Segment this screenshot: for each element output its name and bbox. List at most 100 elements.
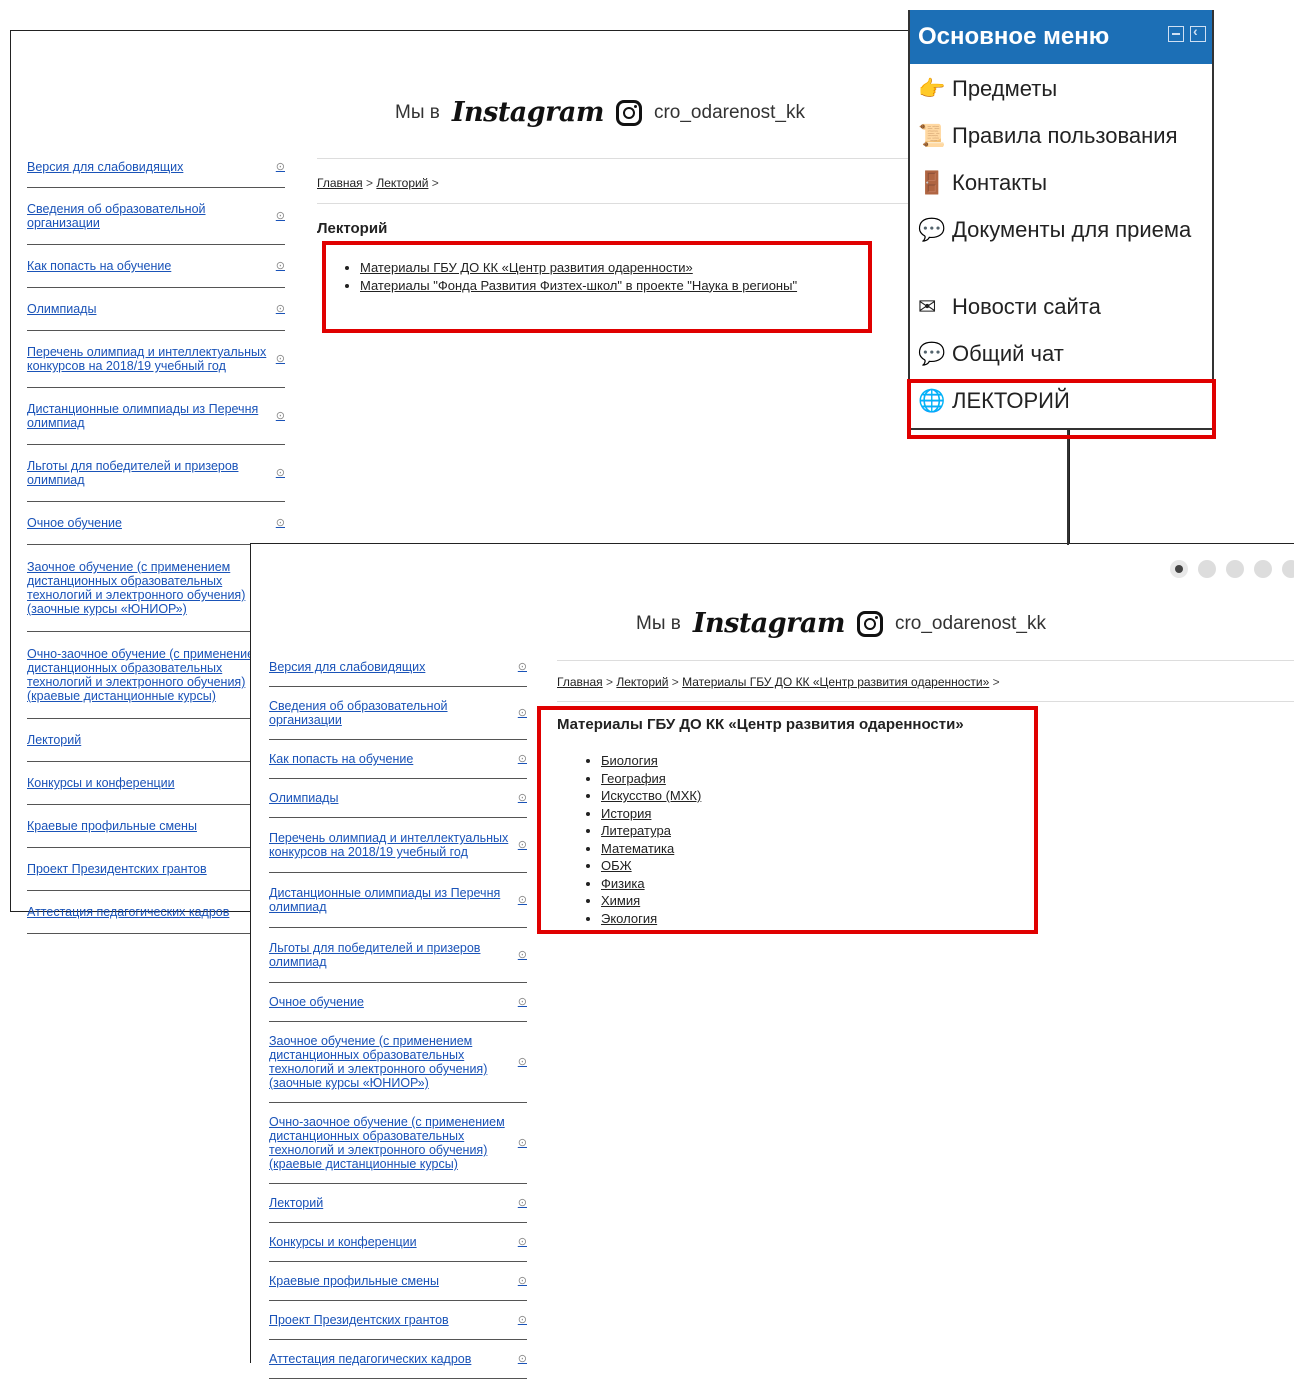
circle-bullet-icon: ⊙ (275, 303, 285, 315)
minimize-icon[interactable] (1168, 26, 1184, 42)
sidebar-item-label: Краевые профильные смены (269, 1274, 439, 1288)
sidebar-item[interactable]: Краевые профильные смены ⊙ (269, 1262, 527, 1301)
sidebar-item[interactable]: Заочное обучение (с применением дистанци… (27, 545, 285, 632)
carousel-dots (1170, 560, 1294, 578)
instagram-prefix: Мы в (636, 612, 681, 634)
main-menu-item[interactable]: 💬 Документы для приема (910, 205, 1212, 282)
main-menu-item-label: Документы для приема (952, 217, 1192, 242)
sidebar-item[interactable]: Заочное обучение (с применением дистанци… (269, 1022, 527, 1103)
instagram-handle: cro_odarenost_kk (653, 101, 806, 123)
breadcrumb-home-link[interactable]: Главная (317, 176, 363, 190)
instagram-icon (856, 610, 883, 637)
sidebar-item[interactable]: Очное обучение ⊙ (269, 983, 527, 1022)
divider (1067, 430, 1069, 545)
sidebar-item-label: Как попасть на обучение (269, 752, 414, 766)
sidebar-item[interactable]: Перечень олимпиад и интеллектуальных кон… (27, 331, 285, 388)
door-icon: 🚪 (918, 170, 946, 195)
chat-bubbles-icon: 💬 (918, 217, 946, 242)
main-menu-item-label: Правила пользования (952, 123, 1178, 148)
breadcrumb-separator: > (668, 675, 683, 689)
carousel-dot[interactable] (1170, 560, 1188, 578)
divider (317, 203, 917, 204)
sidebar-item-label: Очно-заочное обучение (с применением дис… (269, 1115, 505, 1171)
circle-bullet-icon: ⊙ (517, 1137, 527, 1149)
sidebar-item[interactable]: Конкурсы и конференции⊙ (27, 762, 285, 805)
circle-bullet-icon: ⊙ (517, 1236, 527, 1248)
main-menu-item[interactable]: 🚪 Контакты (910, 158, 1212, 205)
sidebar-item[interactable]: Очно-заочное обучение (с применением дис… (27, 632, 285, 719)
sidebar-item-label: Лекторий (269, 1196, 324, 1210)
sidebar-item[interactable]: Аттестация педагогических кадров⊙ (27, 891, 285, 934)
breadcrumb-materials-link[interactable]: Материалы ГБУ ДО КК «Центр развития одар… (682, 675, 989, 689)
highlight-box-lektoriy (907, 379, 1216, 439)
sidebar-item-label: Очно-заочное обучение (с применением дис… (27, 647, 263, 703)
sidebar-item[interactable]: Очно-заочное обучение (с применением дис… (269, 1103, 527, 1184)
page-title: Лекторий (317, 220, 388, 237)
sidebar-item[interactable]: Льготы для победителей и призеров олимпи… (269, 928, 527, 983)
sidebar-item[interactable]: Дистанционные олимпиады из Перечня олимп… (269, 873, 527, 928)
main-menu-item[interactable]: 💬 Общий чат (910, 329, 1212, 376)
circle-bullet-icon: ⊙ (517, 1275, 527, 1287)
divider (557, 701, 1294, 702)
circle-bullet-icon: ⊙ (517, 792, 527, 804)
main-menu-item-label: Общий чат (952, 341, 1064, 366)
main-menu-item-label: Предметы (952, 76, 1058, 101)
sidebar-item-label: Краевые профильные смены (27, 819, 197, 833)
instagram-logo: Instagram (451, 97, 605, 128)
sidebar-item-label: Версия для слабовидящих (27, 160, 184, 174)
breadcrumb-separator: > (362, 176, 377, 190)
sidebar-item-label: Дистанционные олимпиады из Перечня олимп… (269, 886, 501, 914)
carousel-dot[interactable] (1254, 560, 1272, 578)
main-menu-panel: Основное меню 👉Предметы📜Правила пользова… (908, 10, 1214, 430)
sidebar-item[interactable]: Как попасть на обучение ⊙ (27, 245, 285, 288)
circle-bullet-icon: ⊙ (517, 1197, 527, 1209)
circle-bullet-icon: ⊙ (275, 210, 285, 222)
sidebar-item[interactable]: Как попасть на обучение ⊙ (269, 740, 527, 779)
instagram-banner[interactable]: Мы в Instagram cro_odarenost_kk (395, 97, 805, 128)
breadcrumb-lektoriy-link[interactable]: Лекторий (376, 176, 428, 190)
sidebar-item-label: Аттестация педагогических кадров (27, 905, 230, 919)
chat-bubbles-icon: 💬 (918, 341, 946, 366)
breadcrumb-lektoriy-link[interactable]: Лекторий (616, 675, 668, 689)
dock-icon[interactable] (1190, 23, 1206, 42)
divider (317, 158, 917, 159)
sidebar-item[interactable]: Проект Президентских грантов⊙ (269, 1301, 527, 1340)
main-menu-item-label: Контакты (952, 170, 1048, 195)
sidebar-item[interactable]: Аттестация педагогических кадров⊙ (269, 1340, 527, 1379)
highlight-box (322, 241, 872, 333)
sidebar-item[interactable]: Сведения об образовательной организации ⊙ (27, 188, 285, 245)
main-menu-item[interactable]: ✉ Новости сайта (910, 282, 1212, 329)
sidebar-item[interactable]: Дистанционные олимпиады из Перечня олимп… (27, 388, 285, 445)
main-menu-item[interactable]: 📜 Правила пользования (910, 111, 1212, 158)
breadcrumb-separator: > (428, 176, 439, 190)
sidebar-item-label: Проект Президентских грантов (269, 1313, 449, 1327)
main-menu-items: 👉 Предметы 📜 Правила пользования 🚪 Контакты 💬 Д… (910, 64, 1212, 426)
sidebar-item[interactable]: Версия для слабовидящих ⊙ (269, 648, 527, 687)
sidebar-item-label: Как попасть на обучение (27, 259, 172, 273)
carousel-dot[interactable] (1198, 560, 1216, 578)
sidebar-item[interactable]: Сведения об образовательной организации ⊙ (269, 687, 527, 740)
sidebar-item-label: Заочное обучение (с применением дистанци… (27, 560, 246, 616)
sidebar-item[interactable]: Льготы для победителей и призеров олимпи… (27, 445, 285, 502)
sidebar-item-label: Льготы для победителей и призеров олимпи… (27, 459, 239, 487)
sidebar-item[interactable]: Конкурсы и конференции⊙ (269, 1223, 527, 1262)
sidebar-item-label: Аттестация педагогических кадров (269, 1352, 472, 1366)
sidebar-item[interactable]: Лекторий⊙ (27, 719, 285, 762)
sidebar-item-label: Перечень олимпиад и интеллектуальных кон… (27, 345, 267, 373)
sidebar-item[interactable]: Лекторий ⊙ (269, 1184, 527, 1223)
instagram-banner[interactable]: Мы в Instagram cro_odarenost_kk (636, 608, 1046, 639)
breadcrumb-home-link[interactable]: Главная (557, 675, 603, 689)
carousel-dot[interactable] (1282, 560, 1294, 578)
sidebar-item[interactable]: Перечень олимпиад и интеллектуальных кон… (269, 818, 527, 873)
instagram-logo: Instagram (692, 608, 846, 639)
breadcrumb: Главная > Лекторий > (317, 176, 439, 190)
sidebar-item[interactable]: Проект Президентских грантов⊙ (27, 848, 285, 891)
sidebar-item[interactable]: Краевые профильные смены⊙ (27, 805, 285, 848)
sidebar-item[interactable]: Олимпиады ⊙ (27, 288, 285, 331)
sidebar-item[interactable]: Версия для слабовидящих ⊙ (27, 147, 285, 188)
instagram-icon (615, 99, 642, 126)
carousel-dot[interactable] (1226, 560, 1244, 578)
sidebar-item[interactable]: Олимпиады ⊙ (269, 779, 527, 818)
sidebar-item[interactable]: Очное обучение ⊙ (27, 502, 285, 545)
main-menu-item[interactable]: 👉 Предметы (910, 64, 1212, 111)
